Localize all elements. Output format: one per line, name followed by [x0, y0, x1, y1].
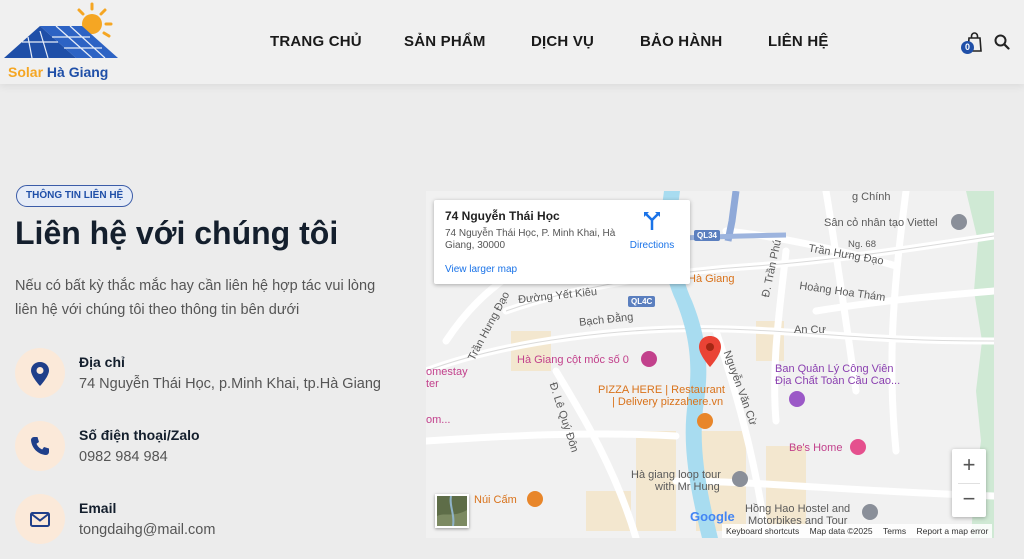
map-label: Sân cỏ nhân tạo Viettel — [824, 217, 938, 229]
road-shield: QL4C — [628, 296, 656, 307]
keyboard-shortcuts-link[interactable]: Keyboard shortcuts — [726, 526, 799, 536]
logo-text: Solar Hà Giang — [8, 64, 108, 80]
directions-label: Directions — [629, 240, 675, 251]
zoom-in-button[interactable]: + — [952, 449, 986, 483]
site-header: Solar Hà Giang TRANG CHỦ SẢN PHẨM DỊCH V… — [0, 0, 1024, 84]
contact-label: Số điện thoại/Zalo — [79, 427, 200, 443]
search-icon — [994, 34, 1010, 50]
report-map-error-link[interactable]: Report a map error — [916, 526, 988, 536]
map-label: Địa Chất Toàn Cầu Cao... — [775, 375, 901, 387]
contact-item-email: Email tongdaihg@mail.com — [15, 494, 415, 546]
map-place-address: 74 Nguyễn Thái Học, P. Minh Khai, Hà Gia… — [445, 228, 616, 251]
contact-value[interactable]: 0982 984 984 — [79, 449, 168, 465]
map-label: Hồng Hao Hostel and — [745, 503, 851, 515]
contact-value: 74 Nguyễn Thái Học, p.Minh Khai, tp.Hà G… — [79, 376, 381, 392]
nav-item-dich-vu[interactable]: DỊCH VỤ — [531, 33, 594, 50]
contact-item-phone: Số điện thoại/Zalo 0982 984 984 — [15, 421, 415, 473]
map-label: with Mr Hung — [655, 481, 720, 493]
directions-button[interactable]: Directions — [624, 208, 680, 251]
map-label: Núi Cấm — [474, 494, 517, 506]
cart-button[interactable]: 0 — [961, 31, 984, 54]
contact-description: Nếu có bất kỳ thắc mắc hay cần liên hệ h… — [15, 278, 376, 318]
nav-item-lien-he[interactable]: LIÊN HỆ — [768, 33, 829, 50]
view-larger-map-link[interactable]: View larger map — [445, 264, 517, 275]
directions-icon — [644, 212, 660, 230]
map-info-card: 74 Nguyễn Thái Học 74 Nguyễn Thái Học, P… — [434, 200, 690, 284]
google-logo: Google — [690, 509, 735, 524]
embedded-map[interactable]: g Chính Sân cỏ nhân tạo Viettel Ng. 68 T… — [426, 191, 994, 538]
restaurant-marker-icon[interactable] — [697, 413, 713, 429]
contact-item-address: Địa chỉ 74 Nguyễn Thái Học, p.Minh Khai,… — [15, 348, 415, 400]
map-attribution: Keyboard shortcuts Map data ©2025 Terms … — [722, 524, 993, 538]
map-label: Ban Quản Lý Công Viên — [775, 363, 894, 375]
map-label: | Delivery pizzahere.vn — [612, 396, 724, 408]
nav-item-trang-chu[interactable]: TRANG CHỦ — [270, 33, 362, 50]
map-label: g Chính — [852, 191, 891, 203]
contact-label: Địa chỉ — [79, 354, 125, 370]
location-pin-icon — [15, 348, 65, 398]
page-title: Liên hệ với chúng tôi — [15, 215, 339, 251]
poi-marker-icon[interactable] — [951, 214, 967, 230]
map-label: om... — [426, 414, 451, 426]
map-label: PIZZA HERE | Restaurant — [598, 384, 725, 396]
map-label: Be's Home — [789, 442, 843, 454]
map-label: Hà giang loop tour — [631, 469, 721, 481]
map-label: Hà Giang — [688, 273, 735, 285]
map-label: Hà Giang cột mốc số 0 — [517, 354, 629, 366]
main-nav: TRANG CHỦ SẢN PHẨM DỊCH VỤ BẢO HÀNH LIÊN… — [0, 33, 1024, 53]
logo-word-solar: Solar — [8, 64, 44, 80]
poi-marker-icon[interactable] — [641, 351, 657, 367]
logo-word-ha-giang: Hà Giang — [46, 64, 109, 80]
poi-marker-icon[interactable] — [862, 504, 878, 520]
cafe-marker-icon[interactable] — [527, 491, 543, 507]
map-label: ter — [426, 378, 439, 390]
map-label: Ng. 68 — [848, 239, 876, 250]
section-badge: THÔNG TIN LIÊN HỆ — [16, 185, 134, 207]
nav-item-san-pham[interactable]: SẢN PHẨM — [404, 33, 486, 50]
satellite-toggle-thumbnail[interactable] — [435, 494, 469, 528]
zoom-out-button[interactable]: − — [952, 483, 986, 517]
map-data-text: Map data ©2025 — [809, 526, 873, 536]
map-label: omestay — [426, 366, 468, 378]
mail-icon — [15, 494, 65, 544]
phone-icon — [15, 421, 65, 471]
poi-marker-icon[interactable] — [789, 391, 805, 407]
terms-link[interactable]: Terms — [883, 526, 906, 536]
contact-value[interactable]: tongdaihg@mail.com — [79, 522, 215, 538]
search-button[interactable] — [994, 34, 1010, 50]
google-logo-text: Google — [690, 509, 735, 524]
contact-label: Email — [79, 500, 117, 516]
zoom-control: + − — [952, 449, 986, 517]
poi-marker-icon[interactable] — [732, 471, 748, 487]
road-shield: QL34 — [694, 230, 721, 241]
map-place-title: 74 Nguyễn Thái Học — [445, 209, 560, 223]
map-label: An Cư — [794, 324, 826, 336]
cart-count-badge: 0 — [961, 41, 974, 54]
nav-item-bao-hanh[interactable]: BẢO HÀNH — [640, 33, 722, 50]
hotel-marker-icon[interactable] — [850, 439, 866, 455]
